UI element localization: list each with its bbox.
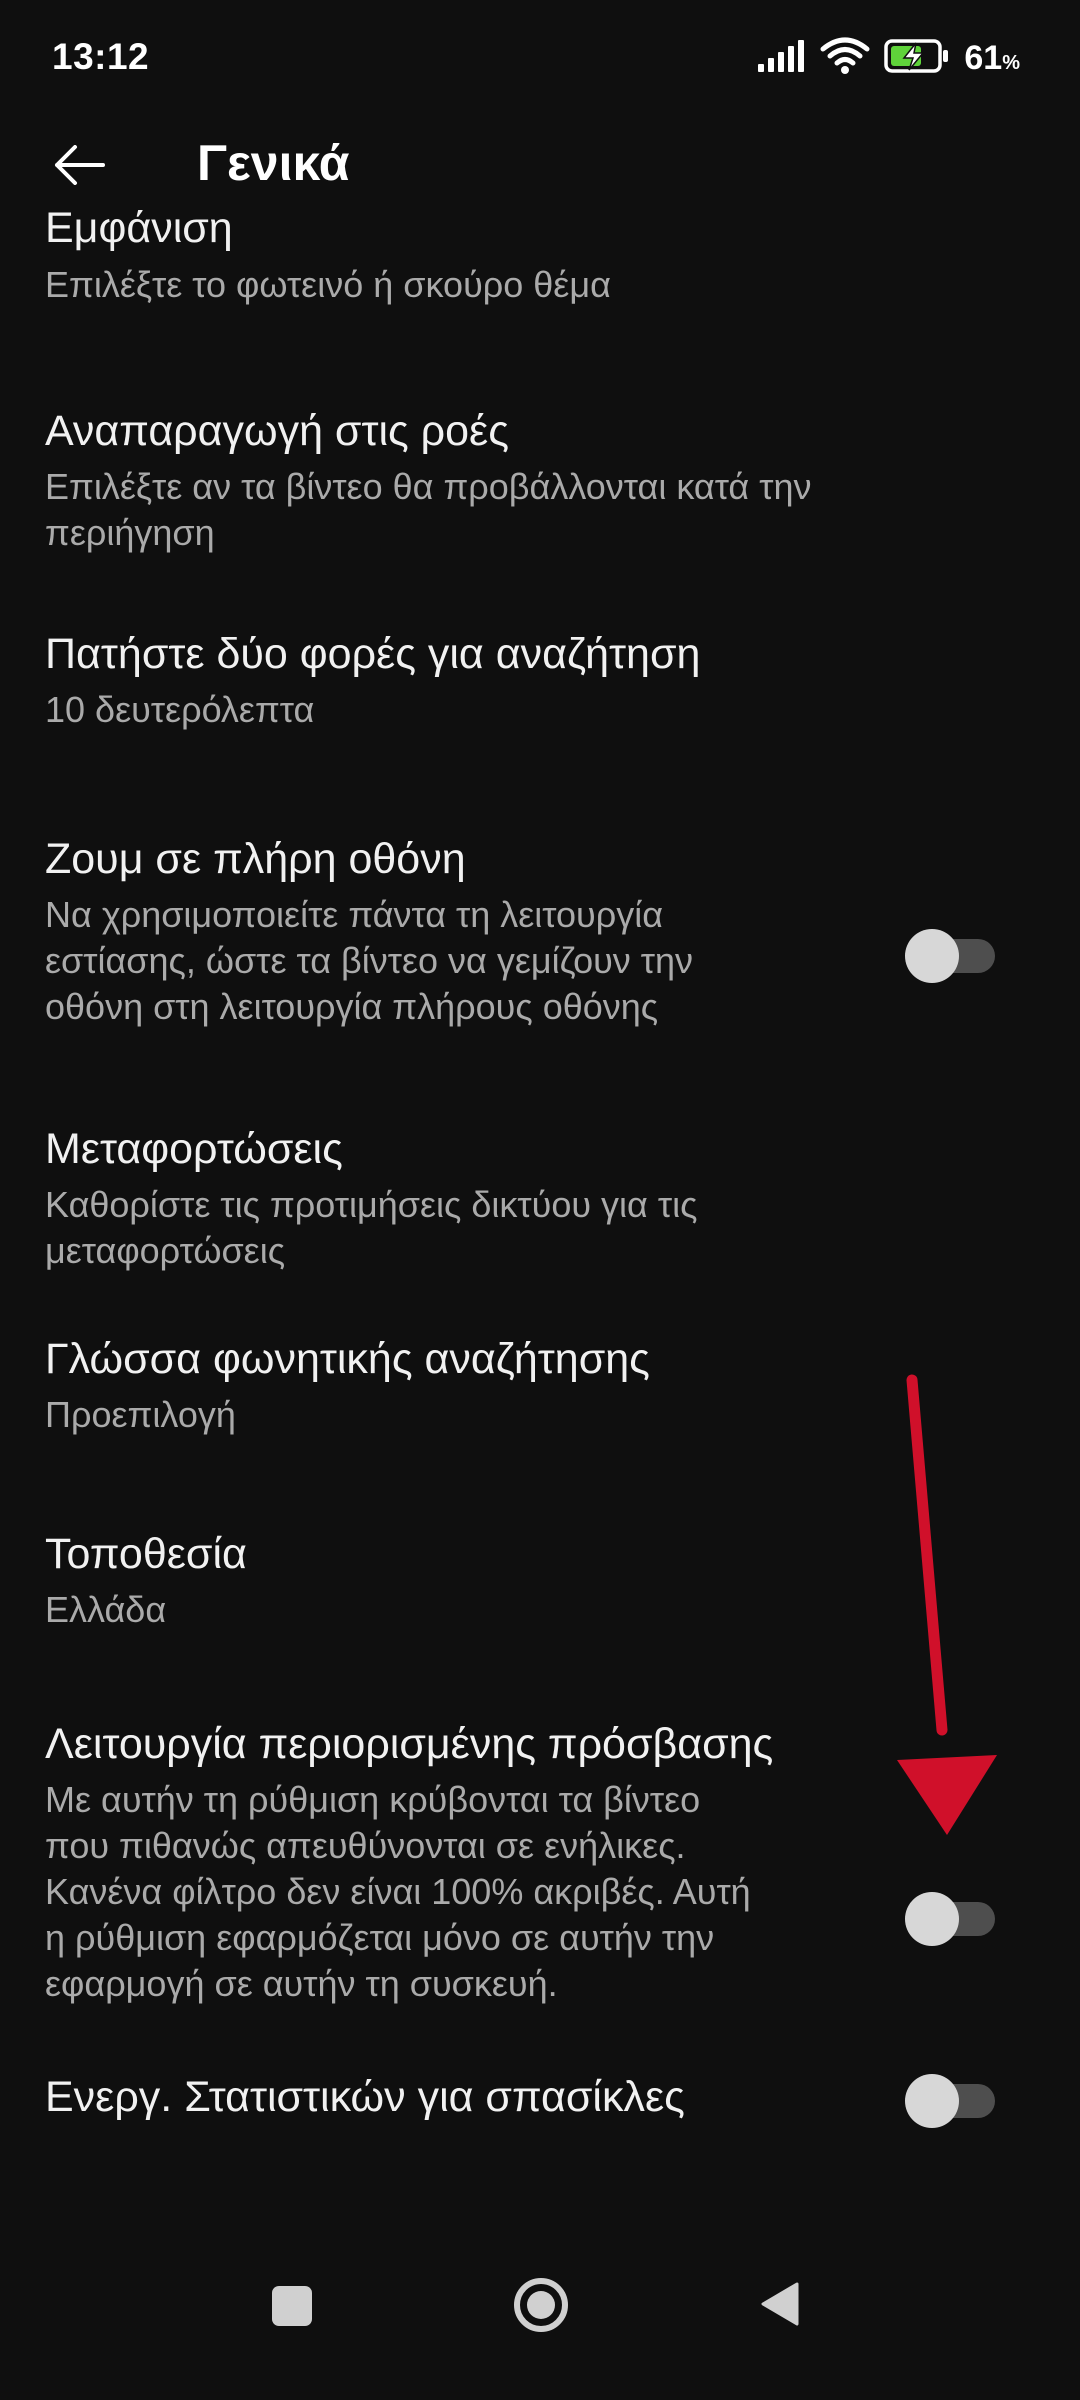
setting-appearance[interactable]: Εμφάνιση Επιλέξτε το φωτεινό ή σκούρο θέ… [0, 204, 1080, 340]
setting-description: Προεπιλογή [45, 1394, 236, 1435]
setting-restricted-mode[interactable]: Λειτουργία περιορισμένης πρόσβασης Με αυ… [0, 1720, 1080, 2010]
setting-description: Καθορίστε τις προτιμήσεις δικτύου για τι… [45, 1184, 698, 1271]
setting-title: Γλώσσα φωνητικής αναζήτησης [45, 1335, 650, 1383]
setting-title: Εμφάνιση [45, 204, 233, 252]
home-button[interactable] [496, 2262, 586, 2352]
setting-playback-in-feeds[interactable]: Αναπαραγωγή στις ροές Επιλέξτε αν τα βίν… [0, 395, 1080, 555]
setting-description: Επιλέξτε αν τα βίντεο θα προβάλλονται κα… [45, 466, 812, 553]
battery-percent-unit: % [1002, 51, 1020, 74]
setting-title: Πατήστε δύο φορές για αναζήτηση [45, 630, 701, 678]
toggle-thumb [905, 1892, 959, 1946]
wifi-icon [820, 37, 870, 80]
setting-title: Τοποθεσία [45, 1530, 247, 1578]
page-title: Γενικά [197, 135, 350, 191]
setting-title: Λειτουργία περιορισμένης πρόσβασης [45, 1720, 774, 1768]
toggle-thumb [905, 929, 959, 983]
back-button[interactable] [44, 132, 114, 202]
setting-title: Μεταφορτώσεις [45, 1125, 343, 1173]
battery-percent: 61% [964, 39, 1020, 78]
setting-stats-for-nerds[interactable]: Ενεργ. Στατιστικών για σπασίκλες [0, 2070, 1080, 2170]
status-time: 13:12 [52, 36, 150, 77]
status-bar: 13:12 61% [0, 0, 1080, 124]
setting-voice-search-language[interactable]: Γλώσσα φωνητικής αναζήτησης Προεπιλογή [0, 1335, 1080, 1455]
home-circle-icon [512, 2276, 570, 2339]
toggle-thumb [905, 2074, 959, 2128]
status-icons: 61% [758, 37, 1020, 80]
setting-title: Ενεργ. Στατιστικών για σπασίκλες [45, 2073, 685, 2121]
zoom-fullscreen-toggle[interactable] [905, 922, 995, 983]
setting-title: Αναπαραγωγή στις ροές [45, 407, 509, 455]
battery-percent-value: 61 [964, 38, 1003, 77]
setting-description: Να χρησιμοποιείτε πάντα τη λειτουργία εσ… [45, 894, 694, 1027]
back-nav-button[interactable] [740, 2266, 820, 2346]
setting-title: Ζουμ σε πλήρη οθόνη [45, 835, 466, 883]
arrow-left-icon [53, 144, 105, 190]
setting-description: Επιλέξτε το φωτεινό ή σκούρο θέμα [45, 264, 611, 305]
battery-charging-icon [884, 38, 950, 78]
restricted-mode-toggle[interactable] [905, 1885, 995, 1946]
setting-description: Με αυτήν τη ρύθμιση κρύβονται τα βίντεο … [45, 1779, 751, 2004]
setting-description: Ελλάδα [45, 1589, 167, 1630]
setting-uploads[interactable]: Μεταφορτώσεις Καθορίστε τις προτιμήσεις … [0, 1125, 1080, 1285]
signal-icon [758, 39, 806, 77]
recents-square-icon [271, 2285, 313, 2332]
setting-description: 10 δευτερόλεπτα [45, 689, 315, 730]
system-nav-bar [0, 2268, 1080, 2400]
setting-double-tap-seek[interactable]: Πατήστε δύο φορές για αναζήτηση 10 δευτε… [0, 630, 1080, 750]
stats-for-nerds-toggle[interactable] [905, 2067, 995, 2128]
setting-zoom-fullscreen[interactable]: Ζουμ σε πλήρη οθόνη Να χρησιμοποιείτε πά… [0, 835, 1080, 1045]
setting-location[interactable]: Τοποθεσία Ελλάδα [0, 1530, 1080, 1650]
settings-list[interactable]: Εμφάνιση Επιλέξτε το φωτεινό ή σκούρο θέ… [0, 204, 1080, 2210]
back-triangle-icon [759, 2281, 801, 2332]
recents-button[interactable] [252, 2268, 332, 2348]
